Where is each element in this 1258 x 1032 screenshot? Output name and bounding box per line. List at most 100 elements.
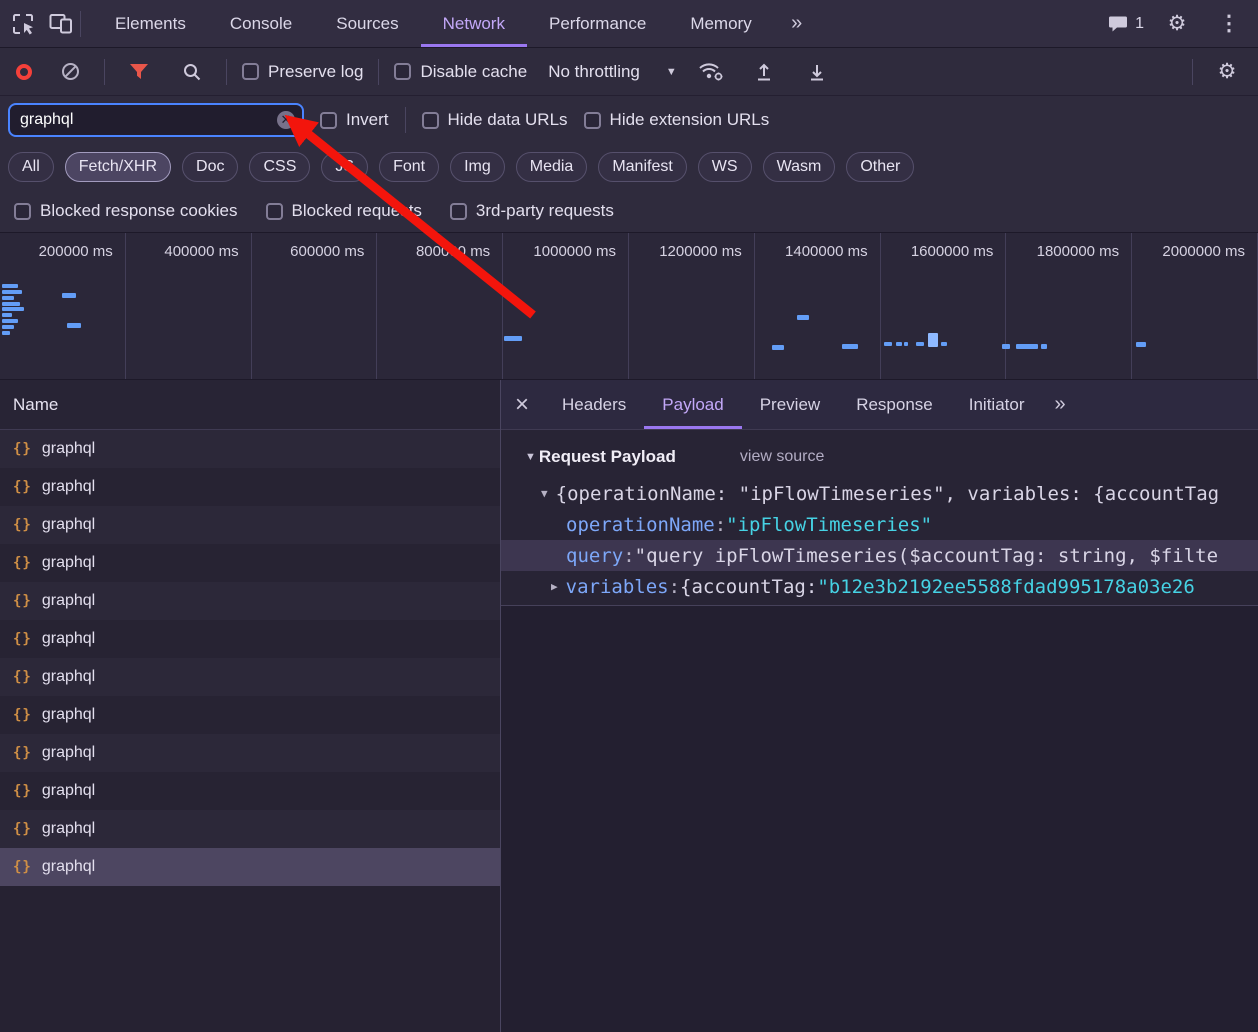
request-row[interactable]: {}graphql [0, 734, 500, 772]
blocked-response-cookies-checkbox[interactable] [14, 203, 31, 220]
request-row[interactable]: {}graphql [0, 468, 500, 506]
request-timing-bar[interactable] [941, 342, 947, 346]
inspect-element-icon[interactable] [4, 6, 42, 42]
waterfall-overview[interactable]: 200000 ms400000 ms600000 ms800000 ms1000… [0, 232, 1258, 380]
request-timing-bar[interactable] [904, 342, 908, 346]
hide-data-urls-checkbox[interactable] [422, 112, 439, 129]
collapse-triangle-icon[interactable]: ▼ [525, 451, 536, 463]
hide-data-urls-checkbox-group[interactable]: Hide data URLs [422, 110, 568, 130]
invert-checkbox-group[interactable]: Invert [320, 110, 389, 130]
collapse-triangle-icon[interactable]: ▼ [541, 487, 548, 500]
tab-elements[interactable]: Elements [93, 0, 208, 47]
request-row[interactable]: {}graphql [0, 544, 500, 582]
request-timing-bar[interactable] [1002, 344, 1010, 349]
chip-fetch-xhr[interactable]: Fetch/XHR [65, 152, 171, 182]
network-conditions-icon[interactable] [692, 54, 730, 90]
request-timing-bar[interactable] [2, 284, 18, 288]
request-timing-bar[interactable] [772, 345, 784, 350]
request-timing-bar[interactable] [2, 325, 14, 329]
payload-summary-row[interactable]: ▼ {operationName: "ipFlowTimeseries", va… [501, 478, 1258, 509]
tab-network[interactable]: Network [421, 0, 527, 47]
third-party-requests-group[interactable]: 3rd-party requests [450, 201, 614, 221]
blocked-response-cookies-group[interactable]: Blocked response cookies [14, 201, 238, 221]
request-timing-bar[interactable] [842, 344, 858, 349]
third-party-requests-checkbox[interactable] [450, 203, 467, 220]
request-timing-bar[interactable] [1136, 342, 1146, 347]
more-tabs-icon[interactable]: » [778, 6, 816, 42]
request-row[interactable]: {}graphql [0, 772, 500, 810]
disable-cache-checkbox[interactable] [394, 63, 411, 80]
request-row[interactable]: {}graphql [0, 658, 500, 696]
chip-all[interactable]: All [8, 152, 54, 182]
device-toolbar-icon[interactable] [42, 6, 80, 42]
chip-font[interactable]: Font [379, 152, 439, 182]
export-har-icon[interactable] [798, 54, 836, 90]
tab-performance[interactable]: Performance [527, 0, 668, 47]
chip-img[interactable]: Img [450, 152, 505, 182]
request-timing-bar[interactable] [67, 323, 81, 328]
tab-sources[interactable]: Sources [314, 0, 420, 47]
request-row[interactable]: {}graphql [0, 620, 500, 658]
chip-ws[interactable]: WS [698, 152, 752, 182]
request-timing-bar[interactable] [928, 333, 938, 347]
filter-input[interactable] [8, 103, 304, 137]
blocked-requests-group[interactable]: Blocked requests [266, 201, 422, 221]
chip-css[interactable]: CSS [249, 152, 310, 182]
payload-row-variables[interactable]: ▶variables: {accountTag: "b12e3b2192ee55… [501, 571, 1258, 602]
record-network-log-button[interactable] [16, 64, 32, 80]
request-timing-bar[interactable] [2, 296, 14, 300]
chip-doc[interactable]: Doc [182, 152, 238, 182]
request-timing-bar[interactable] [1041, 344, 1047, 349]
network-settings-gear-icon[interactable]: ⚙ [1208, 54, 1246, 90]
request-row[interactable]: {}graphql [0, 430, 500, 468]
request-timing-bar[interactable] [916, 342, 924, 346]
preserve-log-checkbox[interactable] [242, 63, 259, 80]
chip-other[interactable]: Other [846, 152, 914, 182]
request-timing-bar[interactable] [2, 307, 24, 311]
request-timing-bar[interactable] [2, 313, 12, 317]
details-more-tabs-icon[interactable]: » [1043, 393, 1078, 416]
request-timing-bar[interactable] [797, 315, 809, 320]
chip-js[interactable]: JS [321, 152, 368, 182]
details-tab-preview[interactable]: Preview [742, 380, 838, 429]
details-tab-headers[interactable]: Headers [544, 380, 644, 429]
request-timing-bar[interactable] [1016, 344, 1038, 349]
blocked-requests-checkbox[interactable] [266, 203, 283, 220]
request-timing-bar[interactable] [2, 302, 20, 306]
hide-extension-urls-checkbox-group[interactable]: Hide extension URLs [584, 110, 770, 130]
details-tab-payload[interactable]: Payload [644, 380, 741, 429]
request-timing-bar[interactable] [896, 342, 902, 346]
tab-console[interactable]: Console [208, 0, 314, 47]
request-timing-bar[interactable] [884, 342, 892, 346]
expand-triangle-icon[interactable]: ▶ [551, 580, 558, 593]
request-row[interactable]: {}graphql [0, 696, 500, 734]
throttling-select[interactable]: No throttling ▼ [548, 62, 677, 82]
view-source-link[interactable]: view source [740, 448, 824, 466]
import-har-icon[interactable] [745, 54, 783, 90]
details-tab-response[interactable]: Response [838, 380, 951, 429]
settings-gear-icon[interactable]: ⚙ [1158, 6, 1196, 42]
hide-extension-urls-checkbox[interactable] [584, 112, 601, 129]
details-tab-initiator[interactable]: Initiator [951, 380, 1043, 429]
request-timing-bar[interactable] [62, 293, 76, 298]
tab-memory[interactable]: Memory [668, 0, 773, 47]
close-icon[interactable]: × [501, 393, 544, 417]
request-timing-bar[interactable] [2, 331, 10, 335]
name-column-header[interactable]: Name [0, 380, 500, 430]
request-timing-bar[interactable] [2, 290, 22, 294]
request-timing-bar[interactable] [504, 336, 522, 341]
kebab-menu-icon[interactable]: ⋮ [1210, 6, 1248, 42]
console-messages-button[interactable]: 1 [1108, 15, 1144, 33]
disable-cache-checkbox-group[interactable]: Disable cache [394, 62, 527, 82]
request-row[interactable]: {}graphql [0, 810, 500, 848]
payload-row-operationname[interactable]: operationName: "ipFlowTimeseries" [501, 509, 1258, 540]
request-timing-bar[interactable] [2, 319, 18, 323]
filter-icon[interactable] [120, 54, 158, 90]
clear-network-log-icon[interactable] [51, 54, 89, 90]
request-row[interactable]: {}graphql [0, 506, 500, 544]
preserve-log-checkbox-group[interactable]: Preserve log [242, 62, 363, 82]
chip-wasm[interactable]: Wasm [763, 152, 836, 182]
chip-manifest[interactable]: Manifest [598, 152, 686, 182]
payload-row-query[interactable]: query: "query ipFlowTimeseries($accountT… [501, 540, 1258, 571]
chip-media[interactable]: Media [516, 152, 588, 182]
